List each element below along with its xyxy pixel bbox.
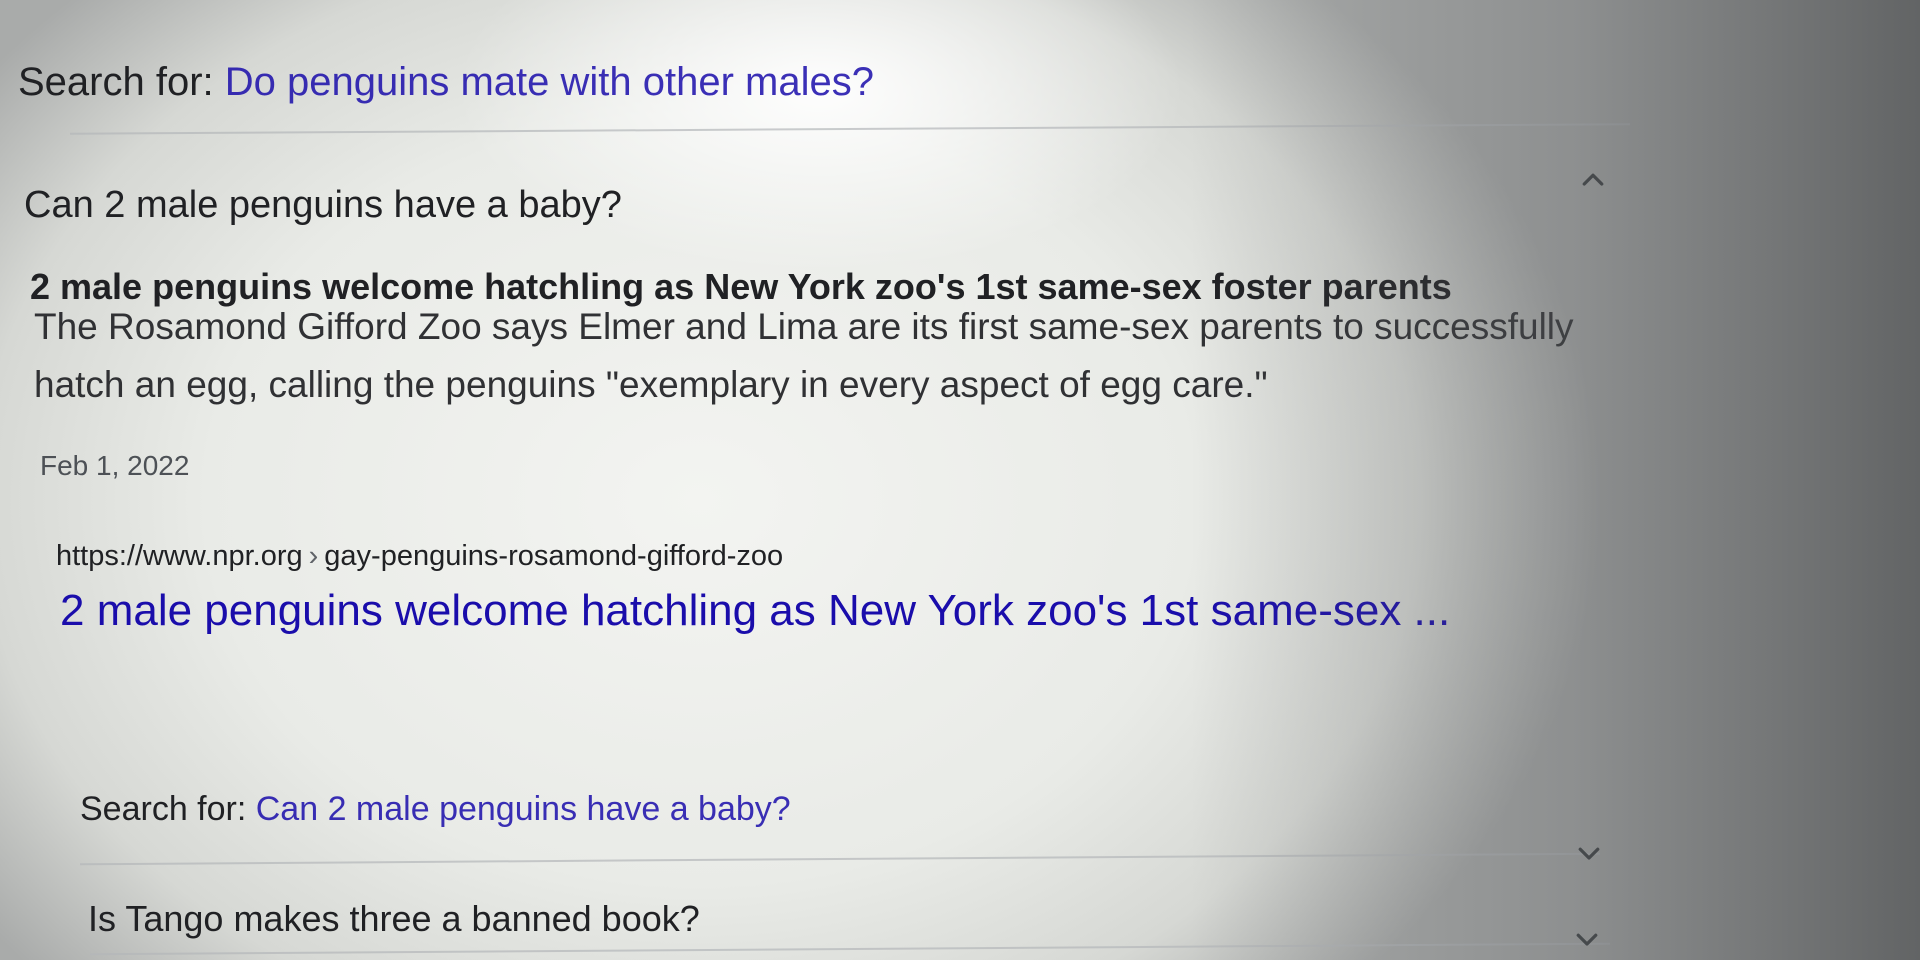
featured-snippet-text: The Rosamond Gifford Zoo says Elmer and … <box>34 306 1574 405</box>
search-for-row[interactable]: Search for: Do penguins mate with other … <box>18 60 874 105</box>
chevron-up-icon-glyph <box>1582 173 1604 186</box>
search-for-label: Search for: <box>18 60 225 104</box>
search-for-label: Search for: <box>80 790 256 828</box>
search-for-link[interactable]: Can 2 male penguins have a baby? <box>256 790 791 828</box>
faq-question-collapsed[interactable]: Is Tango makes three a banned book? <box>88 898 700 940</box>
snippet-date: Feb 1, 2022 <box>40 450 190 481</box>
chevron-down-icon[interactable] <box>1570 922 1604 956</box>
breadcrumb-separator: › <box>308 540 319 572</box>
chevron-down-icon-glyph <box>1578 847 1600 860</box>
chevron-up-icon[interactable] <box>1576 162 1610 196</box>
divider <box>70 123 1630 135</box>
search-for-row-answer[interactable]: Search for: Can 2 male penguins have a b… <box>80 790 791 829</box>
divider <box>80 852 1600 866</box>
result-title-link[interactable]: 2 male penguins welcome hatchling as New… <box>60 576 1480 646</box>
chevron-down-icon-glyph <box>1576 933 1598 946</box>
search-for-link[interactable]: Do penguins mate with other males? <box>225 60 874 104</box>
result-url-domain: https://www.npr.org <box>56 540 303 572</box>
chevron-down-icon[interactable] <box>1572 836 1606 870</box>
result-url-path: gay-penguins-rosamond-gifford-zoo <box>324 540 784 572</box>
people-also-ask-panel: Search for: Do penguins mate with other … <box>0 0 1920 960</box>
result-url-breadcrumb[interactable]: https://www.npr.org › gay-penguins-rosamon… <box>56 540 783 573</box>
faq-question-expanded[interactable]: Can 2 male penguins have a baby? <box>24 184 622 227</box>
divider <box>90 942 1610 956</box>
